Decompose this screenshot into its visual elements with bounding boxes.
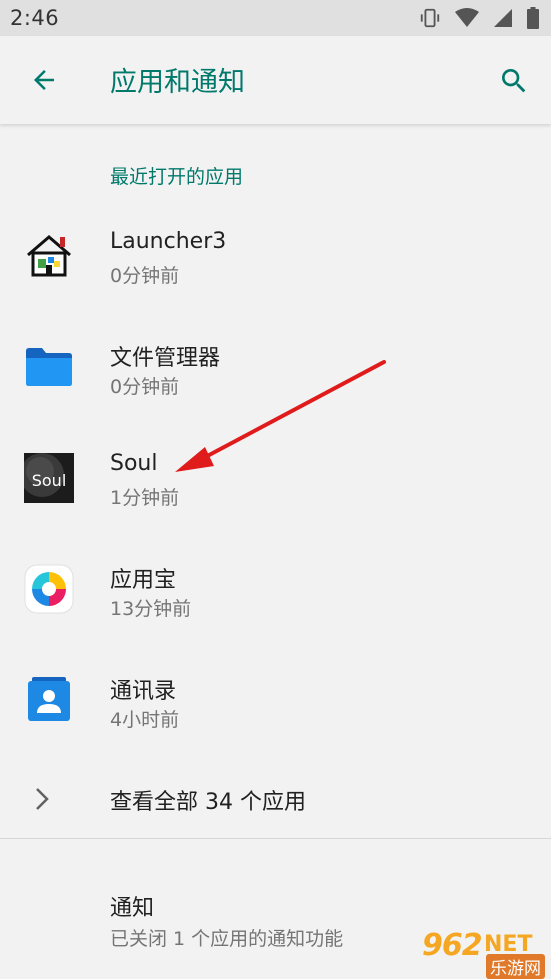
app-name: 文件管理器 bbox=[110, 346, 221, 371]
contacts-icon bbox=[28, 677, 70, 721]
wifi-icon bbox=[455, 8, 479, 27]
app-row-launcher3[interactable]: Launcher3 0分钟前 bbox=[0, 203, 551, 314]
app-name: Launcher3 bbox=[110, 229, 227, 254]
page-title: 应用和通知 bbox=[110, 67, 245, 98]
folder-icon bbox=[26, 348, 72, 386]
cellular-icon bbox=[494, 9, 512, 27]
status-time: 2:46 bbox=[10, 6, 60, 30]
app-row-yingyongbao[interactable]: 应用宝 13分钟前 bbox=[0, 536, 551, 647]
yingyongbao-icon bbox=[24, 564, 74, 614]
app-last-used: 0分钟前 bbox=[110, 376, 180, 398]
app-row-contacts[interactable]: 通讯录 4小时前 bbox=[0, 647, 551, 758]
search-icon bbox=[502, 69, 526, 93]
notifications-title: 通知 bbox=[110, 896, 155, 921]
launcher-house-icon bbox=[27, 235, 71, 277]
vibrate-icon bbox=[420, 8, 440, 28]
arrow-back-icon bbox=[34, 70, 54, 90]
status-bar: 2:46 bbox=[0, 0, 551, 36]
notifications-summary: 已关闭 1 个应用的通知功能 bbox=[110, 928, 344, 950]
see-all-apps-button[interactable]: 查看全部 34 个应用 bbox=[0, 770, 551, 828]
status-icons bbox=[419, 7, 539, 29]
chevron-right-icon bbox=[36, 788, 49, 810]
battery-icon bbox=[527, 7, 539, 29]
search-button[interactable] bbox=[494, 61, 534, 101]
app-last-used: 13分钟前 bbox=[110, 598, 192, 620]
back-button[interactable] bbox=[26, 62, 62, 98]
watermark-number: 962 bbox=[422, 928, 483, 963]
app-last-used: 4小时前 bbox=[110, 709, 180, 731]
recent-apps-header: 最近打开的应用 bbox=[110, 166, 244, 188]
see-all-apps-label: 查看全部 34 个应用 bbox=[110, 790, 306, 815]
app-name: Soul bbox=[110, 451, 158, 476]
app-row-file-manager[interactable]: 文件管理器 0分钟前 bbox=[0, 314, 551, 425]
watermark-subtitle: 乐游网 bbox=[486, 954, 545, 979]
soul-icon-text: Soul bbox=[32, 471, 67, 490]
app-last-used: 0分钟前 bbox=[110, 265, 180, 287]
app-row-soul[interactable]: Soul Soul 1分钟前 bbox=[0, 425, 551, 536]
site-watermark-logo: 962 NET 乐游网 bbox=[416, 928, 550, 979]
divider bbox=[0, 838, 551, 839]
app-last-used: 1分钟前 bbox=[110, 487, 180, 509]
app-name: 通讯录 bbox=[110, 679, 177, 704]
app-name: 应用宝 bbox=[110, 568, 177, 593]
soul-app-icon: Soul bbox=[24, 453, 74, 503]
app-bar: 应用和通知 bbox=[0, 36, 551, 124]
